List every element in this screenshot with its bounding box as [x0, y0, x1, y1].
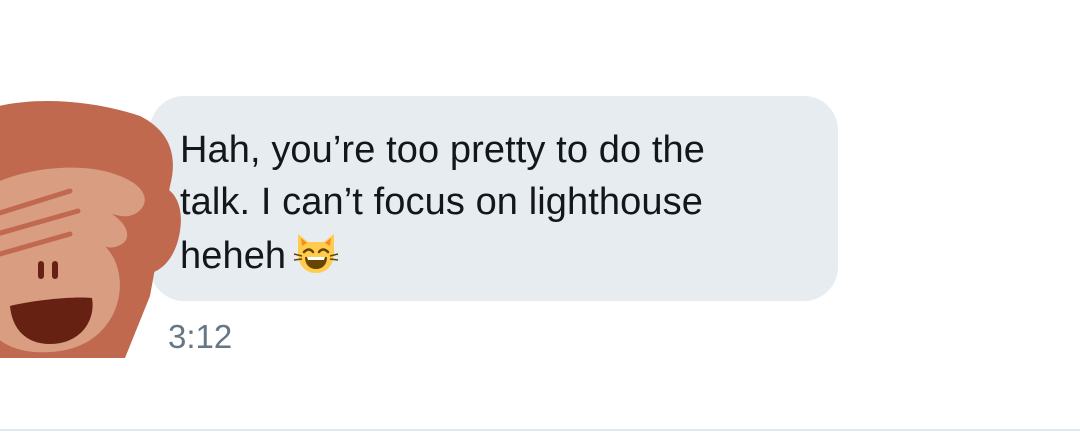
message-line: talk. I can’t focus on lighthouse [180, 181, 703, 223]
see-no-evil-monkey-icon[interactable] [0, 96, 190, 358]
message-line: Hah, you’re too pretty to do the [180, 129, 705, 171]
divider [0, 429, 1080, 431]
smiling-cat-with-closed-eyes-icon [293, 234, 339, 273]
message-text: Hah, you’re too pretty to do the talk. I… [180, 124, 780, 282]
chat-view: Hah, you’re too pretty to do the talk. I… [0, 0, 1080, 441]
message-timestamp: 3:12 [168, 318, 233, 355]
message-line-text: heheh [180, 235, 287, 277]
message-line: heheh [180, 228, 780, 282]
